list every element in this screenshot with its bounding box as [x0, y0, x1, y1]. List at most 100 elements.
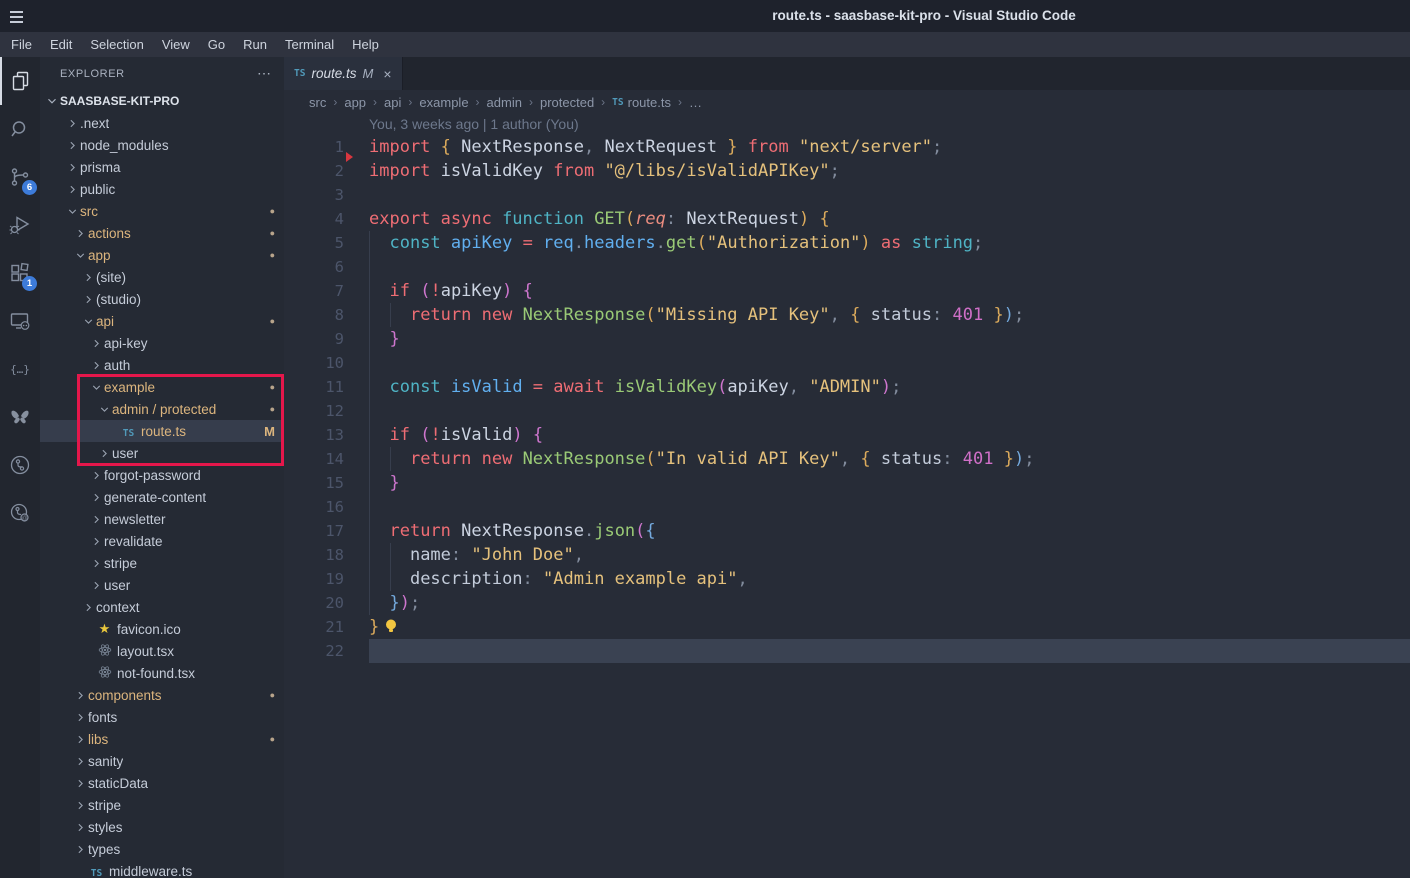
menu-run[interactable]: Run — [234, 32, 276, 57]
gitlens-search-icon[interactable]: @ — [0, 489, 40, 537]
menu-go[interactable]: Go — [199, 32, 234, 57]
code-line-13[interactable]: 13 if (!isValid) { — [284, 423, 1410, 447]
tree-folder-src[interactable]: src● — [40, 200, 284, 222]
menu-help[interactable]: Help — [343, 32, 388, 57]
tree-folder-revalidate[interactable]: revalidate — [40, 530, 284, 552]
run-debug-icon[interactable] — [0, 201, 40, 249]
code-editor[interactable]: 1import { NextResponse, NextRequest } fr… — [284, 135, 1410, 663]
tree-file-layout-tsx[interactable]: layout.tsx — [40, 640, 284, 662]
tree-folder-example[interactable]: example● — [40, 376, 284, 398]
tree-folder-admin-protected[interactable]: admin / protected● — [40, 398, 284, 420]
code-line-11[interactable]: 11 const isValid = await isValidKey(apiK… — [284, 375, 1410, 399]
tree-folder--studio-[interactable]: (studio) — [40, 288, 284, 310]
code-line-5[interactable]: 5 const apiKey = req.headers.get("Author… — [284, 231, 1410, 255]
line-content: const apiKey = req.headers.get("Authoriz… — [369, 231, 1410, 255]
code-line-2[interactable]: 2import isValidKey from "@/libs/isValidA… — [284, 159, 1410, 183]
tree-folder-sanity[interactable]: sanity — [40, 750, 284, 772]
code-line-3[interactable]: 3 — [284, 183, 1410, 207]
more-actions-icon[interactable]: ⋯ — [257, 65, 272, 82]
breadcrumb-item-app[interactable]: app — [344, 95, 366, 110]
tree-folder-libs[interactable]: libs● — [40, 728, 284, 750]
close-icon[interactable]: × — [379, 66, 391, 82]
code-line-21[interactable]: 21} — [284, 615, 1410, 639]
breadcrumb-item-api[interactable]: api — [384, 95, 401, 110]
code-line-12[interactable]: 12 — [284, 399, 1410, 423]
breadcrumb-item--[interactable]: … — [689, 95, 702, 110]
line-content: import { NextResponse, NextRequest } fro… — [369, 135, 1410, 159]
menu-edit[interactable]: Edit — [41, 32, 81, 57]
tree-folder-components[interactable]: components● — [40, 684, 284, 706]
code-line-7[interactable]: 7 if (!apiKey) { — [284, 279, 1410, 303]
code-line-14[interactable]: 14 return new NextResponse("In valid API… — [284, 447, 1410, 471]
tree-folder--next[interactable]: .next — [40, 112, 284, 134]
lightbulb-icon[interactable] — [379, 617, 398, 637]
tree-folder-types[interactable]: types — [40, 838, 284, 860]
tree-folder-node-modules[interactable]: node_modules — [40, 134, 284, 156]
code-line-10[interactable]: 10 — [284, 351, 1410, 375]
code-line-18[interactable]: 18 name: "John Doe", — [284, 543, 1410, 567]
code-line-22[interactable]: 22 — [284, 639, 1410, 663]
tree-file-route-ts[interactable]: TSroute.tsM — [40, 420, 284, 442]
tree-folder-public[interactable]: public — [40, 178, 284, 200]
tree-file-favicon-ico[interactable]: ★favicon.ico — [40, 618, 284, 640]
explorer-icon[interactable] — [0, 57, 40, 105]
code-line-8[interactable]: 8 return new NextResponse("Missing API K… — [284, 303, 1410, 327]
tree-folder-newsletter[interactable]: newsletter — [40, 508, 284, 530]
menu-terminal[interactable]: Terminal — [276, 32, 343, 57]
tree-item-label: favicon.ico — [117, 622, 181, 637]
gitlens-icon[interactable] — [0, 441, 40, 489]
line-number: 9 — [284, 327, 344, 351]
breadcrumb-item-protected[interactable]: protected — [540, 95, 594, 110]
tree-folder-api[interactable]: api● — [40, 310, 284, 332]
tree-folder-context[interactable]: context — [40, 596, 284, 618]
code-line-15[interactable]: 15 } — [284, 471, 1410, 495]
code-line-19[interactable]: 19 description: "Admin example api", — [284, 567, 1410, 591]
butterfly-icon[interactable] — [0, 393, 40, 441]
remote-explorer-icon[interactable] — [0, 297, 40, 345]
menu-view[interactable]: View — [153, 32, 199, 57]
code-line-17[interactable]: 17 return NextResponse.json({ — [284, 519, 1410, 543]
code-line-6[interactable]: 6 — [284, 255, 1410, 279]
source-control-icon[interactable]: 6 — [0, 153, 40, 201]
code-line-4[interactable]: 4export async function GET(req: NextRequ… — [284, 207, 1410, 231]
tree-folder-styles[interactable]: styles — [40, 816, 284, 838]
tree-folder--site-[interactable]: (site) — [40, 266, 284, 288]
tree-folder-stripe[interactable]: stripe — [40, 794, 284, 816]
tree-folder-staticdata[interactable]: staticData — [40, 772, 284, 794]
tree-folder-generate-content[interactable]: generate-content — [40, 486, 284, 508]
code-line-16[interactable]: 16 — [284, 495, 1410, 519]
tree-folder-actions[interactable]: actions● — [40, 222, 284, 244]
tree-folder-user[interactable]: user — [40, 442, 284, 464]
tree-folder-fonts[interactable]: fonts — [40, 706, 284, 728]
breadcrumb-item-admin[interactable]: admin — [487, 95, 522, 110]
tree-folder-api-key[interactable]: api-key — [40, 332, 284, 354]
chevron-right-icon — [88, 489, 104, 505]
search-icon[interactable] — [0, 105, 40, 153]
breadcrumb-item-route-ts[interactable]: TS route.ts — [612, 95, 671, 110]
tab-route-ts[interactable]: TS route.ts M × — [284, 57, 403, 90]
tree-folder-auth[interactable]: auth — [40, 354, 284, 376]
breadcrumb-item-src[interactable]: src — [309, 95, 326, 110]
code-line-20[interactable]: 20 }); — [284, 591, 1410, 615]
breadcrumb-item-example[interactable]: example — [419, 95, 468, 110]
tree-file-not-found-tsx[interactable]: not-found.tsx — [40, 662, 284, 684]
tree-folder-user[interactable]: user — [40, 574, 284, 596]
tree-file-middleware-ts[interactable]: TSmiddleware.ts — [40, 860, 284, 878]
hamburger-menu-icon[interactable] — [10, 8, 26, 24]
modified-dot-badge: ● — [270, 316, 275, 326]
tree-folder-forgot-password[interactable]: forgot-password — [40, 464, 284, 486]
workspace-root-row[interactable]: SAASBASE-KIT-PRO — [40, 90, 284, 112]
menu-selection[interactable]: Selection — [81, 32, 152, 57]
indent-guide — [390, 447, 391, 471]
snippets-braces-icon[interactable]: {…} — [0, 345, 40, 393]
code-line-9[interactable]: 9 } — [284, 327, 1410, 351]
tree-folder-prisma[interactable]: prisma — [40, 156, 284, 178]
tree-folder-stripe[interactable]: stripe — [40, 552, 284, 574]
menu-file[interactable]: File — [2, 32, 41, 57]
indent-guide — [390, 567, 391, 591]
tree-folder-app[interactable]: app● — [40, 244, 284, 266]
code-line-1[interactable]: 1import { NextResponse, NextRequest } fr… — [284, 135, 1410, 159]
modified-dot-badge: ● — [270, 250, 275, 260]
extensions-icon[interactable]: 1 — [0, 249, 40, 297]
indent-guide — [369, 567, 370, 591]
